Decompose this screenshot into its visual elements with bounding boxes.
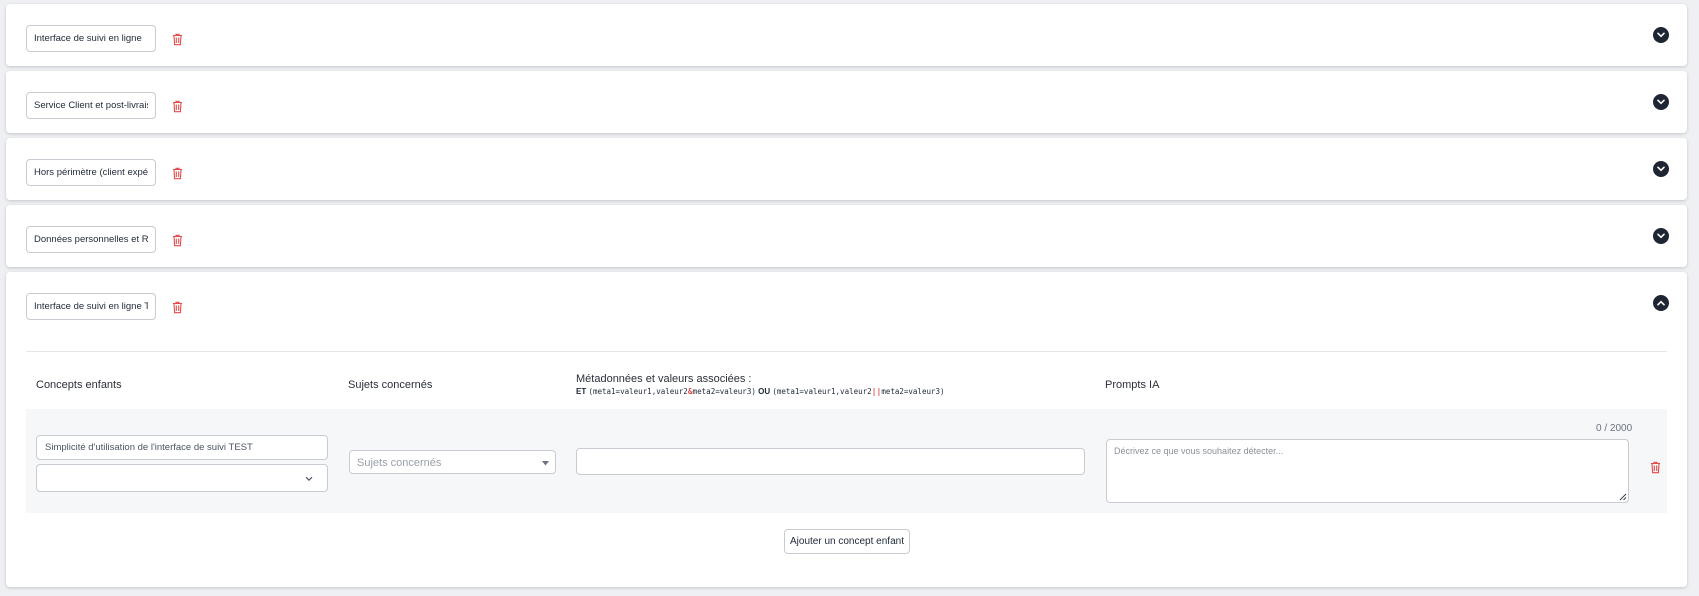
col-heading-metadata: Métadonnées et valeurs associées : bbox=[576, 373, 752, 385]
sujets-placeholder: Sujets concernés bbox=[357, 457, 442, 469]
category-card bbox=[6, 138, 1687, 200]
trash-icon[interactable] bbox=[172, 33, 183, 46]
trash-icon[interactable] bbox=[172, 167, 183, 180]
add-child-concept-button[interactable]: Ajouter un concept enfant bbox=[784, 529, 910, 554]
prompt-textarea[interactable] bbox=[1106, 439, 1629, 503]
metadata-syntax-help: ET (meta1=valeur1,valeur2&meta2=valeur3)… bbox=[576, 387, 945, 396]
col-heading-concepts: Concepts enfants bbox=[36, 379, 122, 391]
concept-type-select[interactable] bbox=[36, 464, 328, 492]
category-header bbox=[6, 138, 1687, 204]
sujets-select[interactable]: Sujets concernés bbox=[349, 450, 556, 474]
header-divider bbox=[26, 351, 1667, 352]
trash-icon[interactable] bbox=[172, 234, 183, 247]
category-header bbox=[6, 205, 1687, 271]
category-name-input[interactable] bbox=[26, 226, 156, 253]
category-name-input[interactable] bbox=[26, 92, 156, 119]
category-card bbox=[6, 4, 1687, 66]
category-header bbox=[6, 4, 1687, 70]
trash-icon[interactable] bbox=[172, 100, 183, 113]
category-header bbox=[6, 71, 1687, 137]
chevron-down-icon[interactable] bbox=[1653, 228, 1669, 244]
category-name-input[interactable] bbox=[26, 25, 156, 52]
trash-icon[interactable] bbox=[1650, 461, 1661, 474]
category-card bbox=[6, 71, 1687, 133]
category-card-expanded: Concepts enfants Sujets concernés Métado… bbox=[6, 272, 1687, 587]
metadata-input[interactable] bbox=[576, 448, 1085, 475]
category-card bbox=[6, 205, 1687, 267]
chevron-down-icon[interactable] bbox=[1653, 161, 1669, 177]
prompt-char-counter: 0 / 2000 bbox=[1596, 423, 1633, 434]
concept-name-input[interactable] bbox=[36, 435, 328, 460]
category-name-input[interactable] bbox=[26, 293, 156, 320]
category-name-input[interactable] bbox=[26, 159, 156, 186]
col-heading-sujets: Sujets concernés bbox=[348, 379, 433, 391]
chevron-down-icon[interactable] bbox=[1653, 94, 1669, 110]
chevron-down-icon bbox=[305, 476, 313, 482]
caret-down-icon bbox=[542, 461, 549, 466]
col-heading-prompts: Prompts IA bbox=[1105, 379, 1160, 391]
chevron-down-icon[interactable] bbox=[1653, 27, 1669, 43]
resize-grip-icon[interactable] bbox=[1619, 493, 1627, 501]
category-header bbox=[6, 272, 1687, 352]
trash-icon[interactable] bbox=[172, 301, 183, 314]
chevron-up-icon[interactable] bbox=[1653, 295, 1669, 311]
child-concept-row: Sujets concernés 0 / 2000 bbox=[26, 409, 1667, 513]
